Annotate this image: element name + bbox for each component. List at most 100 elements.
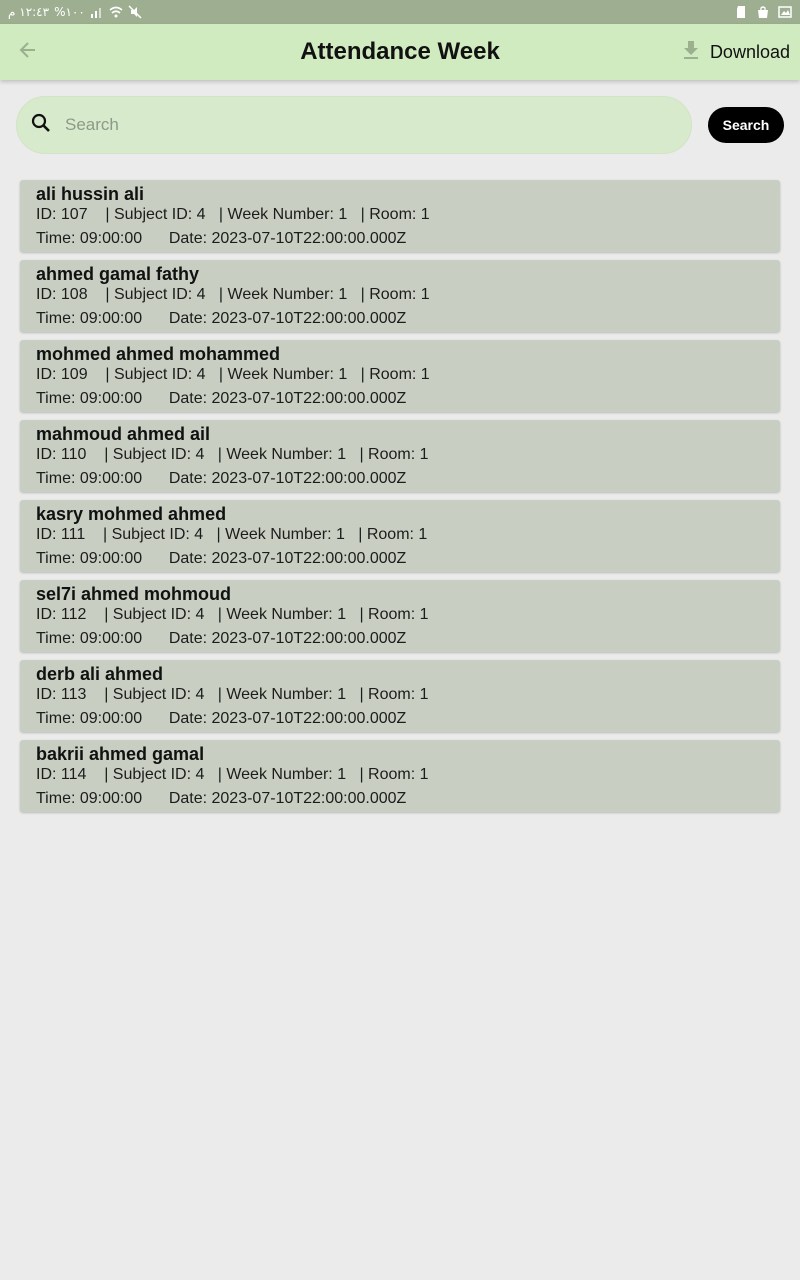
subject-id: | Subject ID: 4	[103, 526, 204, 543]
mute-icon	[128, 5, 142, 19]
record-details: ID: 113 | Subject ID: 4 | Week Number: 1…	[36, 685, 780, 705]
record-time: Time: 09:00:00	[36, 710, 143, 727]
subject-id: | Subject ID: 4	[104, 606, 205, 623]
page-title: Attendance Week	[300, 38, 500, 65]
status-battery: %١٠٠	[54, 5, 85, 19]
attendance-card[interactable]: ahmed gamal fathy ID: 108 | Subject ID: …	[20, 260, 780, 332]
attendance-card[interactable]: bakrii ahmed gamal ID: 114 | Subject ID:…	[20, 740, 780, 812]
record-id: ID: 108	[36, 286, 88, 303]
record-time: Time: 09:00:00	[36, 630, 143, 647]
week-number: | Week Number: 1	[218, 206, 348, 223]
student-name: sel7i ahmed mohmoud	[36, 584, 232, 604]
attendance-list: ali hussin ali ID: 107 | Subject ID: 4 |…	[20, 180, 780, 820]
student-name: bakrii ahmed gamal	[36, 744, 205, 764]
room: | Room: 1	[358, 526, 428, 543]
record-details: ID: 108 | Subject ID: 4 | Week Number: 1…	[36, 285, 780, 305]
search-input[interactable]	[65, 115, 645, 135]
record-timing: Time: 09:00:00 Date: 2023-07-10T22:00:00…	[36, 309, 780, 329]
record-timing: Time: 09:00:00 Date: 2023-07-10T22:00:00…	[36, 469, 780, 489]
image-icon	[778, 5, 792, 19]
week-number: | Week Number: 1	[218, 366, 348, 383]
download-label: Download	[709, 41, 790, 62]
record-details: ID: 112 | Subject ID: 4 | Week Number: 1…	[36, 605, 780, 625]
room: | Room: 1	[359, 446, 429, 463]
record-time: Time: 09:00:00	[36, 310, 143, 327]
week-number: | Week Number: 1	[218, 286, 348, 303]
record-date: Date: 2023-07-10T22:00:00.000Z	[168, 230, 407, 247]
subject-id: | Subject ID: 4	[105, 366, 206, 383]
student-name: ali hussin ali	[36, 184, 145, 204]
search-button[interactable]: Search	[708, 107, 784, 143]
status-bar: ١٢:٤٣ م %١٠٠	[0, 0, 800, 24]
room: | Room: 1	[360, 206, 430, 223]
record-time: Time: 09:00:00	[36, 790, 143, 807]
record-id: ID: 112	[36, 606, 87, 623]
record-id: ID: 114	[36, 766, 87, 783]
sd-card-icon	[734, 5, 748, 19]
search-bar	[16, 96, 692, 154]
student-name: kasry mohmed ahmed	[36, 504, 227, 524]
record-date: Date: 2023-07-10T22:00:00.000Z	[168, 390, 407, 407]
subject-id: | Subject ID: 4	[104, 686, 205, 703]
record-timing: Time: 09:00:00 Date: 2023-07-10T22:00:00…	[36, 229, 780, 249]
record-date: Date: 2023-07-10T22:00:00.000Z	[168, 310, 407, 327]
room: | Room: 1	[359, 686, 429, 703]
status-time: ١٢:٤٣ م	[8, 5, 50, 19]
attendance-card[interactable]: mohmed ahmed mohammed ID: 109 | Subject …	[20, 340, 780, 412]
week-number: | Week Number: 1	[217, 606, 347, 623]
subject-id: | Subject ID: 4	[105, 206, 206, 223]
attendance-card[interactable]: ali hussin ali ID: 107 | Subject ID: 4 |…	[20, 180, 780, 252]
record-id: ID: 110	[36, 446, 87, 463]
attendance-card[interactable]: derb ali ahmed ID: 113 | Subject ID: 4 |…	[20, 660, 780, 732]
record-time: Time: 09:00:00	[36, 470, 143, 487]
record-time: Time: 09:00:00	[36, 230, 143, 247]
record-timing: Time: 09:00:00 Date: 2023-07-10T22:00:00…	[36, 789, 780, 809]
record-id: ID: 109	[36, 366, 88, 383]
status-left: ١٢:٤٣ م %١٠٠	[8, 5, 142, 19]
download-button[interactable]: Download	[682, 38, 790, 66]
record-details: ID: 109 | Subject ID: 4 | Week Number: 1…	[36, 365, 780, 385]
room: | Room: 1	[359, 766, 429, 783]
record-details: ID: 107 | Subject ID: 4 | Week Number: 1…	[36, 205, 780, 225]
attendance-card[interactable]: sel7i ahmed mohmoud ID: 112 | Subject ID…	[20, 580, 780, 652]
app-bar: Attendance Week Download	[0, 24, 800, 80]
week-number: | Week Number: 1	[217, 766, 347, 783]
student-name: mohmed ahmed mohammed	[36, 344, 281, 364]
record-id: ID: 111	[36, 526, 86, 543]
attendance-card[interactable]: kasry mohmed ahmed ID: 111 | Subject ID:…	[20, 500, 780, 572]
attendance-card[interactable]: mahmoud ahmed ail ID: 110 | Subject ID: …	[20, 420, 780, 492]
room: | Room: 1	[359, 606, 429, 623]
record-time: Time: 09:00:00	[36, 550, 143, 567]
record-id: ID: 113	[36, 686, 87, 703]
record-date: Date: 2023-07-10T22:00:00.000Z	[168, 790, 407, 807]
subject-id: | Subject ID: 4	[105, 286, 206, 303]
record-date: Date: 2023-07-10T22:00:00.000Z	[168, 630, 407, 647]
status-right	[734, 5, 792, 19]
student-name: derb ali ahmed	[36, 664, 164, 684]
record-timing: Time: 09:00:00 Date: 2023-07-10T22:00:00…	[36, 709, 780, 729]
subject-id: | Subject ID: 4	[104, 446, 205, 463]
record-timing: Time: 09:00:00 Date: 2023-07-10T22:00:00…	[36, 549, 780, 569]
record-timing: Time: 09:00:00 Date: 2023-07-10T22:00:00…	[36, 629, 780, 649]
download-icon	[682, 40, 700, 65]
record-id: ID: 107	[36, 206, 88, 223]
record-date: Date: 2023-07-10T22:00:00.000Z	[168, 710, 407, 727]
record-time: Time: 09:00:00	[36, 390, 143, 407]
student-name: mahmoud ahmed ail	[36, 424, 211, 444]
room: | Room: 1	[360, 286, 430, 303]
record-details: ID: 111 | Subject ID: 4 | Week Number: 1…	[36, 525, 780, 545]
record-timing: Time: 09:00:00 Date: 2023-07-10T22:00:00…	[36, 389, 780, 409]
record-details: ID: 110 | Subject ID: 4 | Week Number: 1…	[36, 445, 780, 465]
search-icon	[31, 113, 51, 138]
week-number: | Week Number: 1	[217, 686, 347, 703]
record-date: Date: 2023-07-10T22:00:00.000Z	[168, 550, 407, 567]
room: | Room: 1	[360, 366, 430, 383]
week-number: | Week Number: 1	[216, 526, 345, 543]
student-name: ahmed gamal fathy	[36, 264, 200, 284]
subject-id: | Subject ID: 4	[104, 766, 205, 783]
signal-icon	[90, 5, 104, 19]
shopping-bag-icon	[756, 5, 770, 19]
wifi-icon	[109, 5, 123, 19]
record-date: Date: 2023-07-10T22:00:00.000Z	[168, 470, 407, 487]
week-number: | Week Number: 1	[217, 446, 347, 463]
